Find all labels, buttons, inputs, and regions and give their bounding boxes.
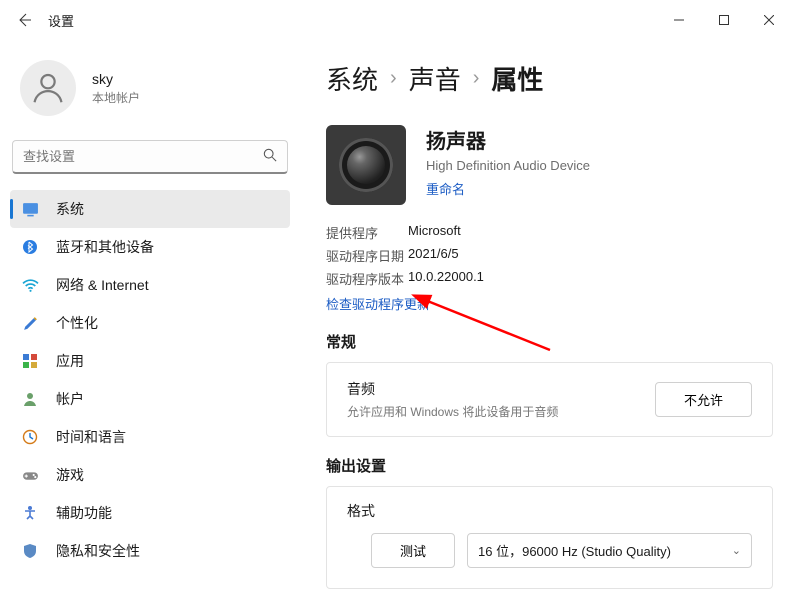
sidebar-item-time-language[interactable]: 时间和语言: [10, 418, 290, 456]
disallow-button[interactable]: 不允许: [655, 382, 752, 417]
breadcrumb: 系统 › 声音 › 属性: [326, 60, 773, 97]
sidebar-item-apps[interactable]: 应用: [10, 342, 290, 380]
sidebar-item-label: 游戏: [56, 465, 84, 485]
user-name: sky: [92, 71, 140, 87]
person-icon: [20, 389, 40, 409]
sidebar-item-label: 应用: [56, 351, 84, 371]
section-output: 输出设置: [326, 455, 773, 476]
sidebar-item-label: 个性化: [56, 313, 98, 333]
chevron-right-icon: ›: [390, 67, 397, 90]
sidebar-item-personalization[interactable]: 个性化: [10, 304, 290, 342]
speaker-icon: [326, 125, 406, 205]
breadcrumb-sound[interactable]: 声音: [409, 60, 461, 97]
sidebar-item-label: 帐户: [56, 389, 84, 409]
sidebar-item-bluetooth[interactable]: 蓝牙和其他设备: [10, 228, 290, 266]
minimize-button[interactable]: [656, 4, 701, 36]
chevron-down-icon: ⌄: [732, 544, 741, 557]
audio-card: 音频 允许应用和 Windows 将此设备用于音频 不允许: [326, 362, 773, 437]
sidebar-item-accounts[interactable]: 帐户: [10, 380, 290, 418]
user-account-type: 本地帐户: [92, 89, 140, 106]
sidebar-item-gaming[interactable]: 游戏: [10, 456, 290, 494]
audio-sub: 允许应用和 Windows 将此设备用于音频: [347, 403, 655, 420]
spec-version-value: 10.0.22000.1: [408, 269, 773, 288]
section-general: 常规: [326, 331, 773, 352]
brush-icon: [20, 313, 40, 333]
sidebar-item-label: 隐私和安全性: [56, 541, 140, 561]
check-driver-update-link[interactable]: 检查驱动程序更新: [326, 297, 430, 312]
device-subtitle: High Definition Audio Device: [426, 158, 590, 173]
sidebar-item-label: 蓝牙和其他设备: [56, 237, 154, 257]
search-icon: [263, 148, 277, 165]
spec-date-value: 2021/6/5: [408, 246, 773, 265]
sidebar-item-system[interactable]: 系统: [10, 190, 290, 228]
sidebar-item-label: 时间和语言: [56, 427, 126, 447]
breadcrumb-current: 属性: [491, 60, 543, 97]
bluetooth-icon: [20, 237, 40, 257]
display-icon: [20, 199, 40, 219]
spec-version-label: 驱动程序版本: [326, 269, 408, 288]
shield-icon: [20, 541, 40, 561]
gamepad-icon: [20, 465, 40, 485]
sidebar-item-label: 辅助功能: [56, 503, 112, 523]
sidebar-item-privacy[interactable]: 隐私和安全性: [10, 532, 290, 570]
wifi-icon: [20, 275, 40, 295]
spec-date-label: 驱动程序日期: [326, 246, 408, 265]
rename-link[interactable]: 重命名: [426, 182, 465, 197]
spec-provider-label: 提供程序: [326, 223, 408, 242]
close-button[interactable]: [746, 4, 791, 36]
format-select[interactable]: 16 位，96000 Hz (Studio Quality) ⌄: [467, 533, 752, 568]
spec-provider-value: Microsoft: [408, 223, 773, 242]
sidebar-item-network[interactable]: 网络 & Internet: [10, 266, 290, 304]
window-title: 设置: [48, 11, 74, 30]
accessibility-icon: [20, 503, 40, 523]
sidebar-item-label: 系统: [56, 199, 84, 219]
format-card: 格式 测试 16 位，96000 Hz (Studio Quality) ⌄: [326, 486, 773, 589]
format-title: 格式: [347, 501, 752, 521]
chevron-right-icon: ›: [473, 67, 480, 90]
maximize-button[interactable]: [701, 4, 746, 36]
test-button[interactable]: 测试: [371, 533, 455, 568]
search-input[interactable]: [12, 140, 288, 174]
breadcrumb-system[interactable]: 系统: [326, 60, 378, 97]
sidebar-item-accessibility[interactable]: 辅助功能: [10, 494, 290, 532]
device-name: 扬声器: [426, 125, 590, 154]
avatar: [20, 60, 76, 116]
sidebar-item-label: 网络 & Internet: [56, 275, 149, 295]
back-button[interactable]: [8, 4, 40, 36]
format-selected: 16 位，96000 Hz (Studio Quality): [478, 541, 671, 560]
apps-icon: [20, 351, 40, 371]
clock-icon: [20, 427, 40, 447]
audio-title: 音频: [347, 379, 655, 399]
